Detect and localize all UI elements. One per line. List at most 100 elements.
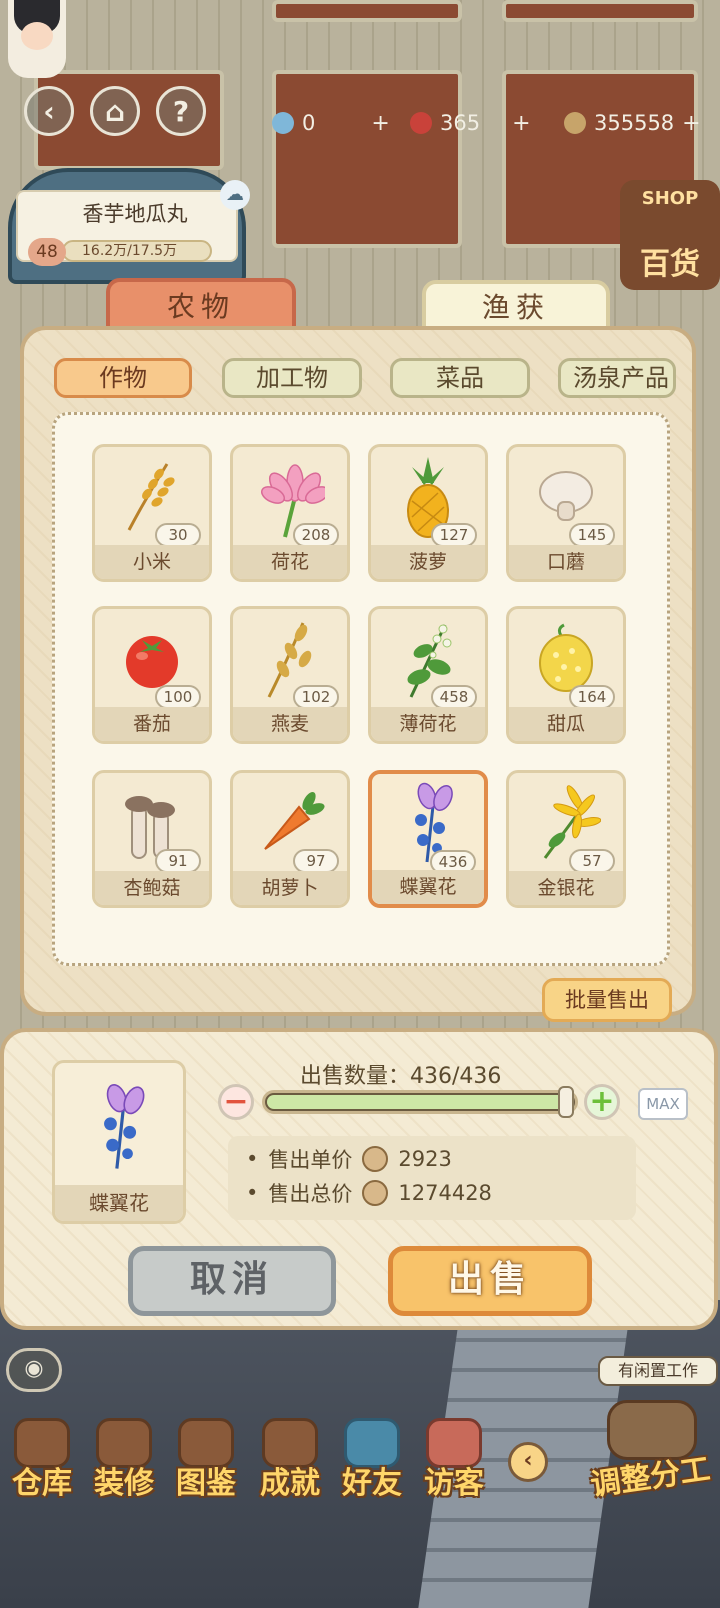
item-card-honeysuckle[interactable]: 57 金银花	[506, 770, 626, 908]
unit-price-row: • 售出单价 2923	[246, 1144, 452, 1174]
field-progress: 16.2万/17.5万	[62, 240, 212, 262]
item-count: 100	[155, 685, 201, 709]
selected-item-preview: 蝶翼花	[52, 1060, 186, 1224]
cancel-button[interactable]: 取消	[128, 1246, 336, 1316]
nav-warehouse[interactable]: 仓库	[2, 1418, 82, 1508]
unit-price-label: 售出单价	[268, 1148, 353, 1172]
resource-ruby: 365 +	[410, 108, 531, 138]
eye-icon: ◉	[24, 1356, 44, 1381]
batch-sell-button[interactable]: 批量售出	[542, 978, 672, 1022]
item-card-lotus[interactable]: 208 荷花	[230, 444, 350, 582]
add-water-button[interactable]: +	[371, 111, 389, 136]
field-level-badge: 48	[28, 238, 66, 266]
question-icon: ?	[172, 94, 190, 128]
farm-plot[interactable]	[272, 70, 462, 248]
subtab-processed[interactable]: 加工物	[222, 358, 362, 398]
item-name: 蝶翼花	[372, 870, 484, 904]
item-name: 荷花	[233, 545, 347, 579]
home-icon: ⌂	[104, 94, 126, 128]
item-count: 127	[431, 523, 477, 547]
max-quantity-button[interactable]: MAX	[638, 1088, 688, 1120]
quantity-slider-handle[interactable]	[558, 1086, 574, 1118]
subtab-hotspring[interactable]: 汤泉产品	[558, 358, 676, 398]
subtab-crops[interactable]: 作物	[54, 358, 192, 398]
farm-plot	[502, 0, 698, 22]
quantity-slider[interactable]	[262, 1090, 578, 1114]
item-name: 甜瓜	[509, 707, 623, 741]
collapse-nav-button[interactable]: ‹	[508, 1442, 548, 1482]
decrease-quantity-button[interactable]: −	[218, 1084, 254, 1120]
item-card-millet[interactable]: 30 小米	[92, 444, 212, 582]
item-card-butterfly-flower[interactable]: 436 蝶翼花	[368, 770, 488, 908]
nav-collection[interactable]: 图鉴	[166, 1418, 246, 1508]
add-ruby-button[interactable]: +	[512, 111, 530, 136]
item-count: 164	[569, 685, 615, 709]
resource-coin: 355558 +	[564, 108, 701, 138]
nav-label: 图鉴	[176, 1466, 236, 1501]
field-name: 香芋地瓜丸	[82, 202, 188, 226]
item-card-pineapple[interactable]: 127 菠萝	[368, 444, 488, 582]
item-name: 杏鲍菇	[95, 871, 209, 905]
help-button[interactable]: ?	[156, 86, 206, 136]
item-card-mushroom[interactable]: 145 口蘑	[506, 444, 626, 582]
nav-decorate[interactable]: 装修	[84, 1418, 164, 1508]
butterfly-flower-icon	[55, 1071, 183, 1183]
item-card-melon[interactable]: 164 甜瓜	[506, 606, 626, 744]
increase-quantity-button[interactable]: +	[584, 1084, 620, 1120]
item-card-tomato[interactable]: 100 番茄	[92, 606, 212, 744]
item-count: 97	[293, 849, 339, 873]
nav-label: 好友	[342, 1466, 402, 1501]
total-price-value: 1274428	[398, 1181, 492, 1205]
coin-icon	[564, 112, 586, 134]
item-count: 208	[293, 523, 339, 547]
item-name: 薄荷花	[371, 707, 485, 741]
nav-label: 装修	[94, 1466, 154, 1501]
nav-achievements[interactable]: 成就	[250, 1418, 330, 1508]
item-name: 金银花	[509, 871, 623, 905]
chevron-left-icon: ‹	[523, 1448, 533, 1473]
shop-label: 百货	[640, 247, 700, 282]
shop-button[interactable]: SHOP 百货	[620, 180, 720, 290]
farm-plot	[272, 0, 462, 22]
coin-icon	[362, 1180, 389, 1206]
total-price-label: 售出总价	[268, 1182, 353, 1206]
nav-label: 成就	[260, 1466, 320, 1501]
chevron-left-icon: ‹	[43, 94, 55, 128]
nav-visitors[interactable]: 访客	[414, 1418, 494, 1508]
item-count: 145	[569, 523, 615, 547]
item-name: 胡萝卜	[233, 871, 347, 905]
item-count: 57	[569, 849, 615, 873]
assign-work-button[interactable]: 调整分工	[585, 1390, 715, 1510]
selected-item-name: 蝶翼花	[55, 1185, 183, 1221]
nav-label: 仓库	[12, 1466, 72, 1501]
item-card-king-oyster[interactable]: 91 杏鲍菇	[92, 770, 212, 908]
item-name: 菠萝	[371, 545, 485, 579]
item-name: 番茄	[95, 707, 209, 741]
unit-price-value: 2923	[398, 1147, 452, 1171]
item-count: 102	[293, 685, 339, 709]
sell-quantity-label: 出售数量：436/436	[300, 1064, 502, 1089]
item-card-mint-flower[interactable]: 458 薄荷花	[368, 606, 488, 744]
weather-icon: ☁	[220, 180, 250, 210]
home-button[interactable]: ⌂	[90, 86, 140, 136]
coin-icon	[362, 1146, 389, 1172]
sell-button[interactable]: 出售	[388, 1246, 592, 1316]
quantity-slider-fill	[267, 1095, 573, 1109]
item-card-carrot[interactable]: 97 胡萝卜	[230, 770, 350, 908]
assign-work-label: 调整分工	[588, 1451, 713, 1504]
item-count: 30	[155, 523, 201, 547]
item-card-oat[interactable]: 102 燕麦	[230, 606, 350, 744]
nav-friends[interactable]: 好友	[332, 1418, 412, 1508]
plus-icon: +	[589, 1084, 615, 1119]
idle-work-tip: 有闲置工作	[598, 1356, 718, 1386]
player-avatar[interactable]	[8, 0, 66, 78]
item-name: 口蘑	[509, 545, 623, 579]
eye-toggle-button[interactable]: ◉	[6, 1348, 62, 1392]
add-coin-button[interactable]: +	[682, 111, 700, 136]
nav-label: 访客	[424, 1466, 484, 1501]
item-name: 小米	[95, 545, 209, 579]
item-count: 91	[155, 849, 201, 873]
subtab-dishes[interactable]: 菜品	[390, 358, 530, 398]
back-button[interactable]: ‹	[24, 86, 74, 136]
item-name: 燕麦	[233, 707, 347, 741]
